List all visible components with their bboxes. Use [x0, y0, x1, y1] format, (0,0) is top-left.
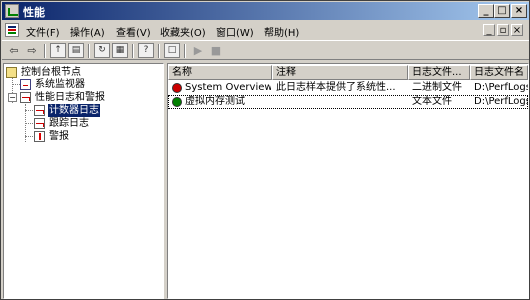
- tree-line: [12, 84, 20, 85]
- tree-item-label: 系统监视器: [35, 79, 85, 90]
- row-name: System Overview: [185, 82, 271, 93]
- menu-bar: 文件(F) 操作(A) 查看(V) 收藏夹(O) 窗口(W) 帮助(H) _ ▫…: [2, 21, 529, 39]
- minimize-button[interactable]: _: [478, 4, 494, 18]
- tree-item-label: 警报: [49, 131, 69, 142]
- row-log-file: D:\PerfLogs\: [474, 82, 528, 93]
- window: 性能 _ □ × 文件(F) 操作(A) 查看(V) 收藏夹(O) 窗口(W) …: [0, 0, 530, 300]
- mdi-restore-button[interactable]: ▫: [497, 24, 509, 36]
- tree-item-label: 跟踪日志: [49, 118, 89, 129]
- row-comment: 此日志样本提供了系统性...: [276, 82, 396, 93]
- toolbar-separator: [88, 44, 90, 58]
- row-log-type: 二进制文件: [412, 82, 462, 93]
- counter-logs-icon: [34, 105, 45, 116]
- menu-help[interactable]: 帮助(H): [264, 24, 299, 39]
- maximize-button[interactable]: □: [494, 4, 510, 18]
- folder-icon: [6, 67, 17, 78]
- column-header-name[interactable]: 名称: [168, 65, 272, 80]
- menu-window[interactable]: 窗口(W): [216, 24, 254, 39]
- back-icon[interactable]: ⇦: [6, 43, 22, 58]
- menu-view[interactable]: 查看(V): [116, 24, 151, 39]
- toolbar-separator: [44, 44, 46, 58]
- export-list-icon[interactable]: ▦: [112, 43, 128, 58]
- tree-item-label: 计数器日志: [48, 104, 100, 117]
- up-icon[interactable]: ↑: [50, 43, 66, 58]
- console-icon[interactable]: [5, 23, 19, 37]
- table-row[interactable]: 虚拟内存测试 文本文件 D:\PerfLogs\: [168, 95, 528, 109]
- performance-app-icon: [5, 4, 19, 18]
- toolbar: ⇦ ⇨ ↑ ▤ ↻ ▦ ? □ ▶ ■: [2, 40, 529, 60]
- start-icon[interactable]: ▶: [190, 43, 206, 58]
- window-title: 性能: [23, 6, 45, 19]
- tree-line: [25, 123, 33, 124]
- close-button[interactable]: ×: [511, 4, 527, 18]
- row-name: 虚拟内存测试: [185, 96, 245, 107]
- stop-icon[interactable]: ■: [208, 43, 224, 58]
- column-header-log-file-name[interactable]: 日志文件名: [470, 65, 528, 80]
- row-log-file: D:\PerfLogs\: [474, 96, 528, 107]
- mdi-close-button[interactable]: ×: [511, 24, 523, 36]
- menu-action[interactable]: 操作(A): [70, 24, 105, 39]
- new-icon[interactable]: □: [164, 43, 180, 58]
- tree-line: [25, 110, 33, 111]
- column-header-log-type[interactable]: 日志文件...: [408, 65, 470, 80]
- mdi-minimize-button[interactable]: _: [483, 24, 495, 36]
- stopped-log-icon: [172, 83, 182, 93]
- trace-logs-icon: [34, 118, 45, 129]
- system-monitor-icon: [20, 79, 31, 90]
- toolbar-separator: [132, 44, 134, 58]
- forward-icon[interactable]: ⇨: [24, 43, 40, 58]
- performance-logs-icon: [20, 92, 31, 103]
- toolbar-separator: [184, 44, 186, 58]
- tree-pane: 控制台根节点 系统监视器 − 性能日志和警报 计数器日志 跟踪日志 警报: [3, 63, 164, 299]
- help-icon[interactable]: ?: [138, 43, 154, 58]
- refresh-icon[interactable]: ↻: [94, 43, 110, 58]
- table-row[interactable]: System Overview 此日志样本提供了系统性... 二进制文件 D:\…: [168, 81, 528, 95]
- show-hide-tree-icon[interactable]: ▤: [68, 43, 84, 58]
- list-pane: 名称 注释 日志文件... 日志文件名 System Overview 此日志样…: [167, 63, 529, 299]
- toolbar-separator: [158, 44, 160, 58]
- collapse-icon[interactable]: −: [8, 93, 17, 102]
- tree-line: [25, 136, 33, 137]
- alert-icon: [34, 131, 45, 142]
- title-bar[interactable]: 性能 _ □ ×: [2, 2, 529, 20]
- row-log-type: 文本文件: [412, 96, 452, 107]
- menu-favorites[interactable]: 收藏夹(O): [160, 24, 206, 39]
- menu-file[interactable]: 文件(F): [26, 24, 60, 39]
- tree-item-label: 性能日志和警报: [35, 92, 105, 103]
- running-log-icon: [172, 97, 182, 107]
- column-header-comment[interactable]: 注释: [272, 65, 408, 80]
